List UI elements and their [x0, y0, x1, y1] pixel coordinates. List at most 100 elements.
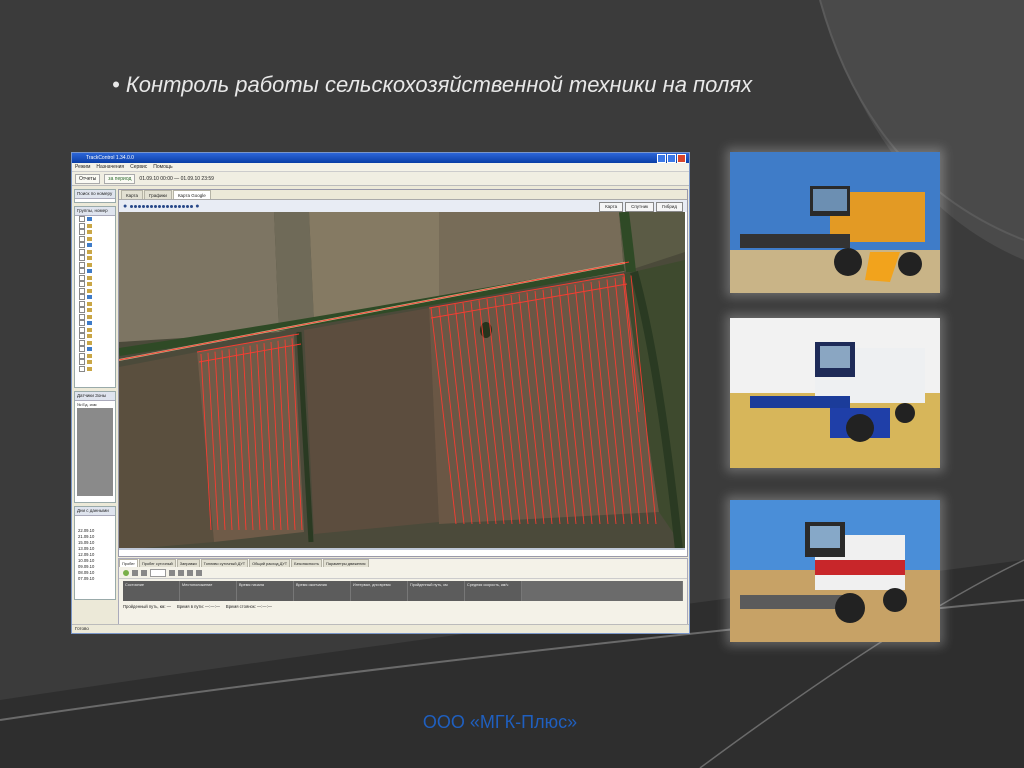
vehicle-icon: [87, 295, 92, 300]
harvester-photo-2: [730, 318, 940, 468]
date-range[interactable]: 01.09.10 00:00 — 01.09.10 23:59: [139, 176, 214, 182]
sensors-tab[interactable]: Датчики: [77, 393, 94, 398]
menu-item-mode[interactable]: Режим: [75, 163, 90, 171]
tab-fuel-daily[interactable]: Топливо суточный ДУТ: [200, 559, 249, 567]
col-end-time[interactable]: Время окончания: [294, 581, 351, 601]
report-tabs: Пробег Пробег суточный Заправки Топливо …: [119, 559, 687, 567]
vehicle-row[interactable]: [75, 365, 115, 373]
zoom-slider[interactable]: [130, 204, 194, 208]
col-state[interactable]: Состояние: [123, 581, 180, 601]
report-toolbar: [119, 567, 687, 579]
map-tabs: Карта Графики Карта Google: [119, 190, 687, 200]
vehicle-checkbox[interactable]: [79, 248, 85, 255]
maptype-map-button[interactable]: Карта: [599, 202, 624, 212]
tab-google-map[interactable]: Карта Google: [172, 190, 211, 199]
tab-fuel-total[interactable]: Общий расход ДУТ: [249, 559, 291, 567]
col-avg-speed[interactable]: Средняя скорость, км/ч: [465, 581, 522, 601]
page-input[interactable]: [150, 568, 166, 577]
export-icon[interactable]: [196, 569, 202, 576]
col-location[interactable]: Местоположение: [180, 581, 237, 601]
vehicle-checkbox[interactable]: [79, 365, 85, 372]
report-panel: Пробег Пробег суточный Заправки Топливо …: [118, 558, 688, 625]
summary-distance: Пройденный путь, км: —: [123, 604, 171, 609]
col-interval[interactable]: Интервал, дни:время: [351, 581, 408, 601]
zones-tab[interactable]: Зоны: [95, 393, 106, 398]
vehicle-checkbox[interactable]: [79, 320, 85, 327]
sensors-panel: Датчики Зоны № Ед. изм: [74, 391, 116, 503]
vehicle-checkbox[interactable]: [79, 261, 85, 268]
left-panel: Поиск по номеру Группы, номер Датчики Зо…: [74, 189, 116, 623]
vehicle-checkbox[interactable]: [79, 242, 85, 249]
company-footer: ООО «МГК-Плюс»: [422, 712, 578, 732]
tab-refuel[interactable]: Заправки: [176, 559, 200, 567]
vehicle-checkbox[interactable]: [79, 359, 85, 366]
map-toolbar: ● ● Карта Спутник Гибрид: [119, 200, 687, 212]
first-page-icon[interactable]: [132, 569, 138, 576]
vehicle-icon: [87, 321, 92, 326]
map-panel: Карта Графики Карта Google ● ● Карта Спу…: [118, 189, 688, 557]
vehicle-icon: [87, 282, 92, 287]
summary-stop-time: Время стоянок: —:—:—: [225, 604, 272, 609]
vehicle-icon: [87, 249, 92, 254]
vehicle-checkbox[interactable]: [79, 333, 85, 340]
sensors-grid: [77, 408, 113, 496]
vehicle-checkbox[interactable]: [79, 326, 85, 333]
vehicle-checkbox[interactable]: [79, 235, 85, 242]
period-dropdown[interactable]: за период: [104, 173, 136, 184]
groups-header: Группы, номер: [75, 207, 115, 216]
reports-button[interactable]: Отчеты: [75, 173, 101, 184]
tab-safety[interactable]: Безопасность: [291, 559, 322, 567]
print-icon[interactable]: [187, 569, 193, 576]
vehicle-checkbox[interactable]: [79, 287, 85, 294]
search-label[interactable]: Поиск по номеру: [75, 190, 115, 199]
vehicle-icon: [87, 360, 92, 365]
maptype-satellite-button[interactable]: Спутник: [625, 202, 655, 212]
vehicle-checkbox[interactable]: [79, 281, 85, 288]
minimize-button[interactable]: [657, 154, 666, 163]
prev-page-icon[interactable]: [141, 569, 147, 576]
close-button[interactable]: [677, 154, 686, 163]
satellite-map[interactable]: [119, 212, 685, 550]
col-start-time[interactable]: Время начала: [237, 581, 294, 601]
vehicle-icon: [87, 301, 92, 306]
col-distance[interactable]: Пройденный путь, км: [408, 581, 465, 601]
vehicle-checkbox[interactable]: [79, 307, 85, 314]
vehicle-icon: [87, 308, 92, 313]
vehicle-checkbox[interactable]: [79, 216, 85, 223]
zoom-in-icon[interactable]: ●: [195, 203, 199, 210]
vehicle-icon: [87, 327, 92, 332]
vehicle-checkbox[interactable]: [79, 274, 85, 281]
vehicle-checkbox[interactable]: [79, 313, 85, 320]
maximize-button[interactable]: [667, 154, 676, 163]
vehicle-icon: [87, 353, 92, 358]
vehicle-icon: [87, 230, 92, 235]
vehicle-checkbox[interactable]: [79, 300, 85, 307]
tab-map[interactable]: Карта: [121, 190, 144, 199]
zoom-out-icon[interactable]: ●: [123, 203, 127, 210]
tab-mileage[interactable]: Пробег: [119, 559, 138, 567]
refresh-icon[interactable]: [123, 569, 129, 576]
tab-mileage-daily[interactable]: Пробег суточный: [138, 559, 176, 567]
vehicle-checkbox[interactable]: [79, 346, 85, 353]
slide-title: • Контроль работы сельскохозяйственной т…: [112, 72, 753, 97]
menu-item-assignments[interactable]: Назначения: [96, 163, 124, 171]
tab-motion-params[interactable]: Параметры движения: [322, 559, 369, 567]
tab-charts[interactable]: Графики: [144, 190, 172, 199]
next-page-icon[interactable]: [169, 569, 175, 576]
vehicle-checkbox[interactable]: [79, 268, 85, 275]
last-page-icon[interactable]: [178, 569, 184, 576]
harvester-photo-3: [730, 500, 940, 642]
vehicle-checkbox[interactable]: [79, 222, 85, 229]
vehicle-checkbox[interactable]: [79, 352, 85, 359]
vehicle-checkbox[interactable]: [79, 294, 85, 301]
window-titlebar: TrackControl 1.34.0.0: [72, 153, 689, 163]
vehicle-icon: [87, 334, 92, 339]
menu-item-service[interactable]: Сервис: [130, 163, 147, 171]
vehicle-checkbox[interactable]: [79, 255, 85, 262]
menu-item-help[interactable]: Помощь: [153, 163, 172, 171]
vehicle-checkbox[interactable]: [79, 339, 85, 346]
date-item[interactable]: 07.09.10: [75, 576, 115, 582]
vehicle-checkbox[interactable]: [79, 229, 85, 236]
maptype-hybrid-button[interactable]: Гибрид: [656, 202, 683, 212]
vehicle-icon: [87, 243, 92, 248]
